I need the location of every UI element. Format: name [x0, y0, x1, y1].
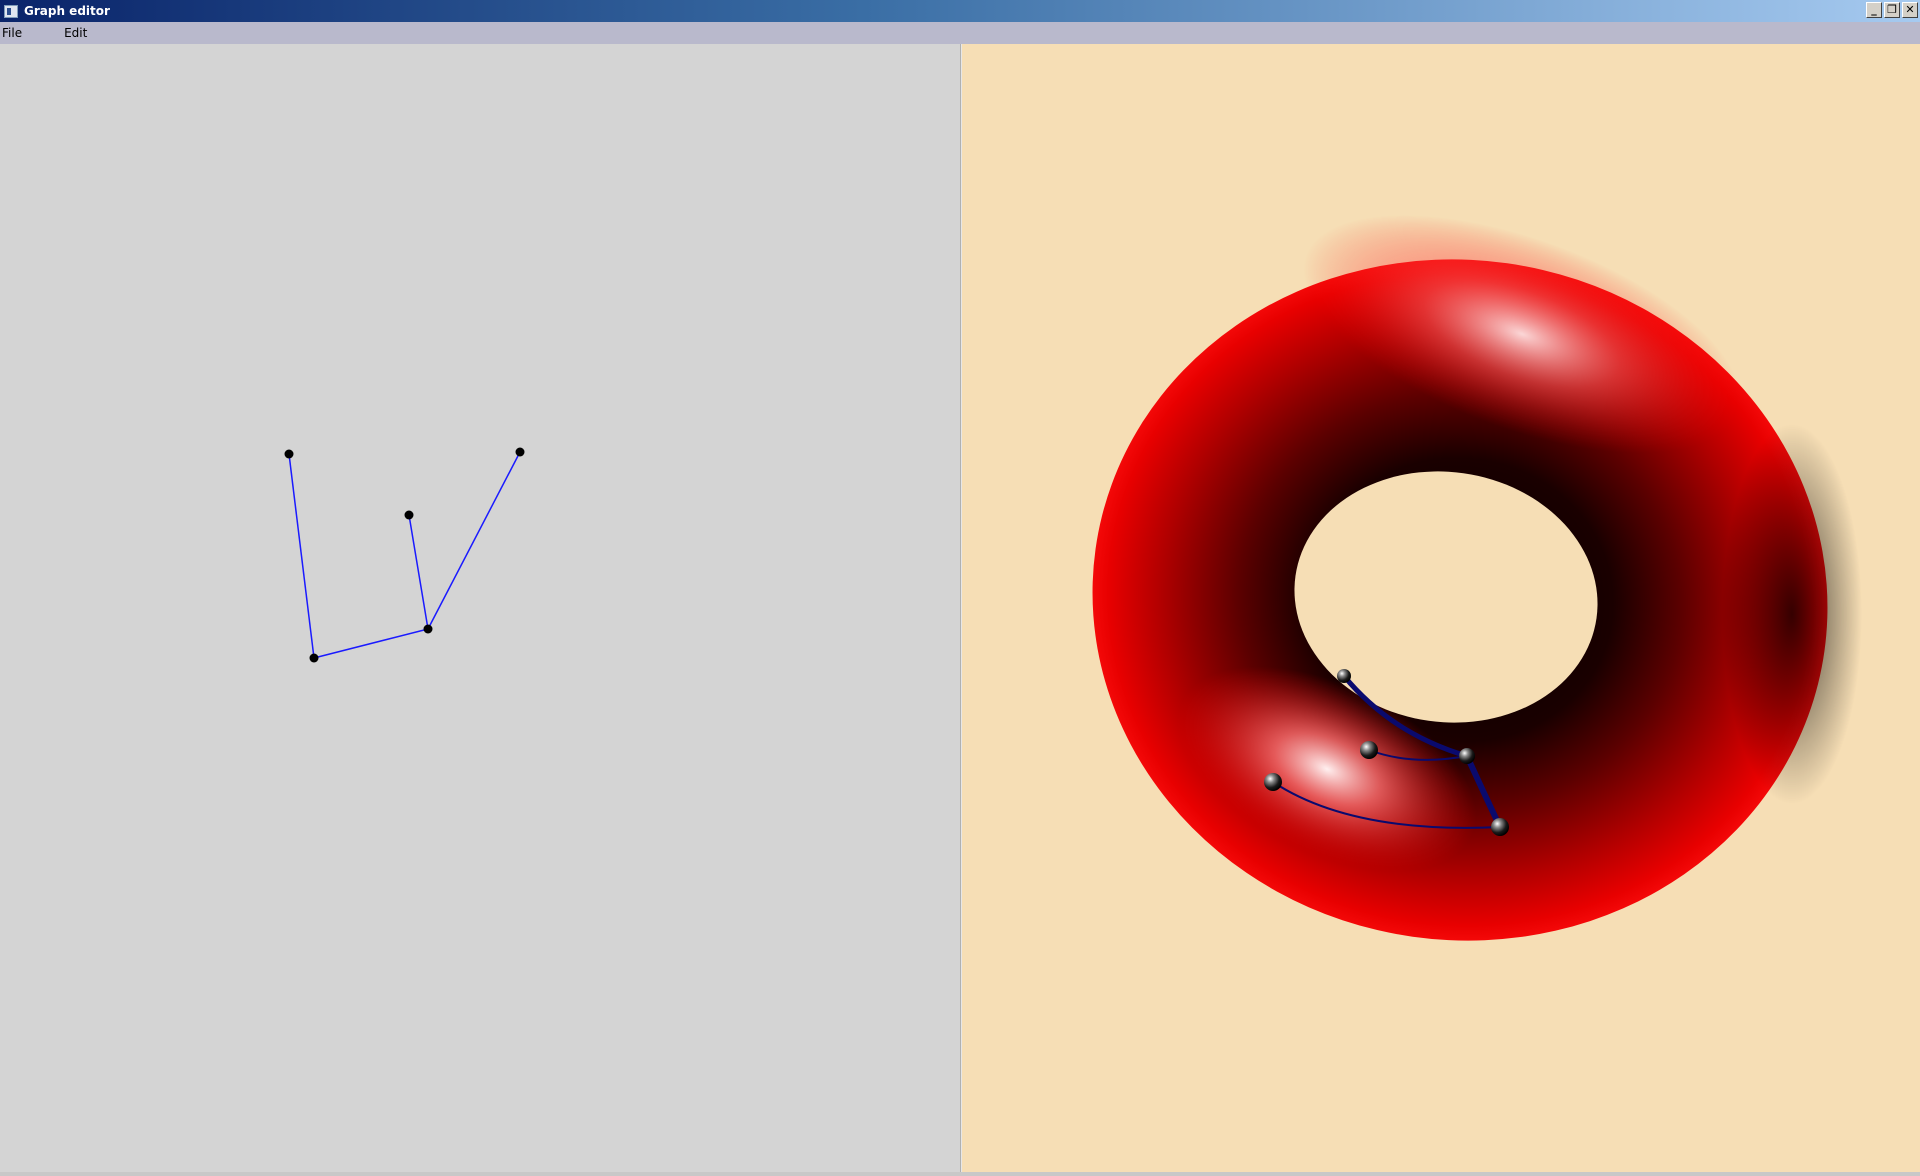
torus-node[interactable] — [1337, 669, 1351, 683]
menu-bar: File Edit — [0, 22, 1920, 44]
graph-edge[interactable] — [427, 451, 521, 630]
graph-node[interactable] — [423, 624, 433, 634]
graph-editor-canvas[interactable] — [0, 44, 960, 1172]
graph-nodes — [284, 447, 525, 663]
torus-3d-view[interactable] — [962, 44, 1920, 1172]
bottom-edge — [0, 1172, 1920, 1176]
menu-file[interactable]: File — [0, 22, 34, 44]
torus-node[interactable] — [1264, 773, 1282, 791]
torus-surface — [1092, 215, 1862, 941]
torus-node[interactable] — [1459, 748, 1475, 764]
window-controls: _ ❐ ✕ — [1866, 2, 1918, 18]
close-button[interactable]: ✕ — [1902, 2, 1918, 18]
menu-edit[interactable]: Edit — [34, 22, 99, 44]
torus-render[interactable] — [962, 44, 1920, 1172]
graph-node[interactable] — [515, 447, 525, 457]
graph-edge[interactable] — [313, 628, 429, 659]
graph-edges — [288, 451, 521, 659]
graph-drawing[interactable] — [0, 44, 960, 1172]
torus-node[interactable] — [1491, 818, 1509, 836]
graph-edge[interactable] — [288, 453, 315, 659]
graph-node[interactable] — [404, 510, 414, 520]
graph-edge[interactable] — [408, 514, 429, 630]
graph-node[interactable] — [309, 653, 319, 663]
graph-node[interactable] — [284, 449, 294, 459]
window-title: Graph editor — [24, 4, 110, 18]
restore-button[interactable]: ❐ — [1884, 2, 1900, 18]
app-icon — [4, 4, 18, 18]
title-bar: Graph editor _ ❐ ✕ — [0, 0, 1920, 22]
minimize-button[interactable]: _ — [1866, 2, 1882, 18]
torus-node[interactable] — [1360, 741, 1378, 759]
